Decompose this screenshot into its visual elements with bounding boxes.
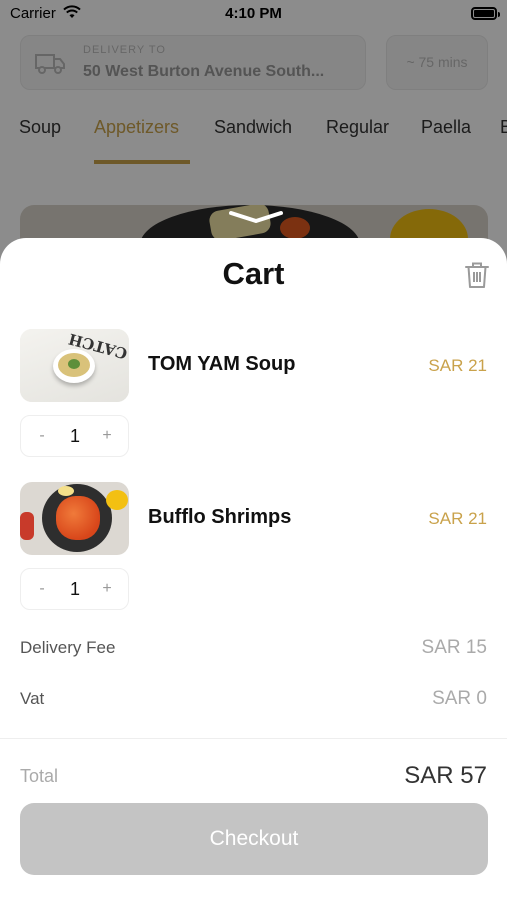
vat-row: Vat SAR 0 [0,688,507,713]
item-name: Bufflo Shrimps [148,506,292,528]
cart-sheet: Cart CATCH TOM YAM Soup SAR 21 - 1 + Buf… [0,238,507,900]
shrimp-shape [56,496,100,540]
item-price: SAR 21 [428,356,487,375]
quantity-stepper: - 1 + [20,415,129,457]
lemon-shape [106,490,128,510]
total-value: SAR 57 [404,762,487,789]
increase-button[interactable]: + [86,569,128,609]
delivery-fee-value: SAR 15 [421,637,487,658]
delivery-fee-label: Delivery Fee [20,638,116,657]
herb-shape [68,359,80,369]
quantity-stepper: - 1 + [20,568,129,610]
increase-button[interactable]: + [86,416,128,456]
chevron-down-icon[interactable] [228,210,284,224]
delivery-fee-row: Delivery Fee SAR 15 [0,637,507,662]
cart-item: CATCH TOM YAM Soup SAR 21 - 1 + [0,329,507,459]
cart-item: Bufflo Shrimps SAR 21 - 1 + [0,482,507,612]
item-price: SAR 21 [428,509,487,528]
vat-label: Vat [20,689,45,708]
trash-icon[interactable] [463,260,491,290]
vat-value: SAR 0 [432,688,487,709]
total-label: Total [20,766,59,786]
decrease-button[interactable]: - [21,416,63,456]
cart-title: Cart [222,256,285,291]
decrease-button[interactable]: - [21,569,63,609]
item-image: CATCH [20,329,129,402]
sauce-shape [20,512,34,540]
checkout-button[interactable]: Checkout [20,803,488,875]
lemon-slice-shape [58,486,74,496]
item-image [20,482,129,555]
divider [0,738,507,739]
item-name: TOM YAM Soup [148,353,296,375]
